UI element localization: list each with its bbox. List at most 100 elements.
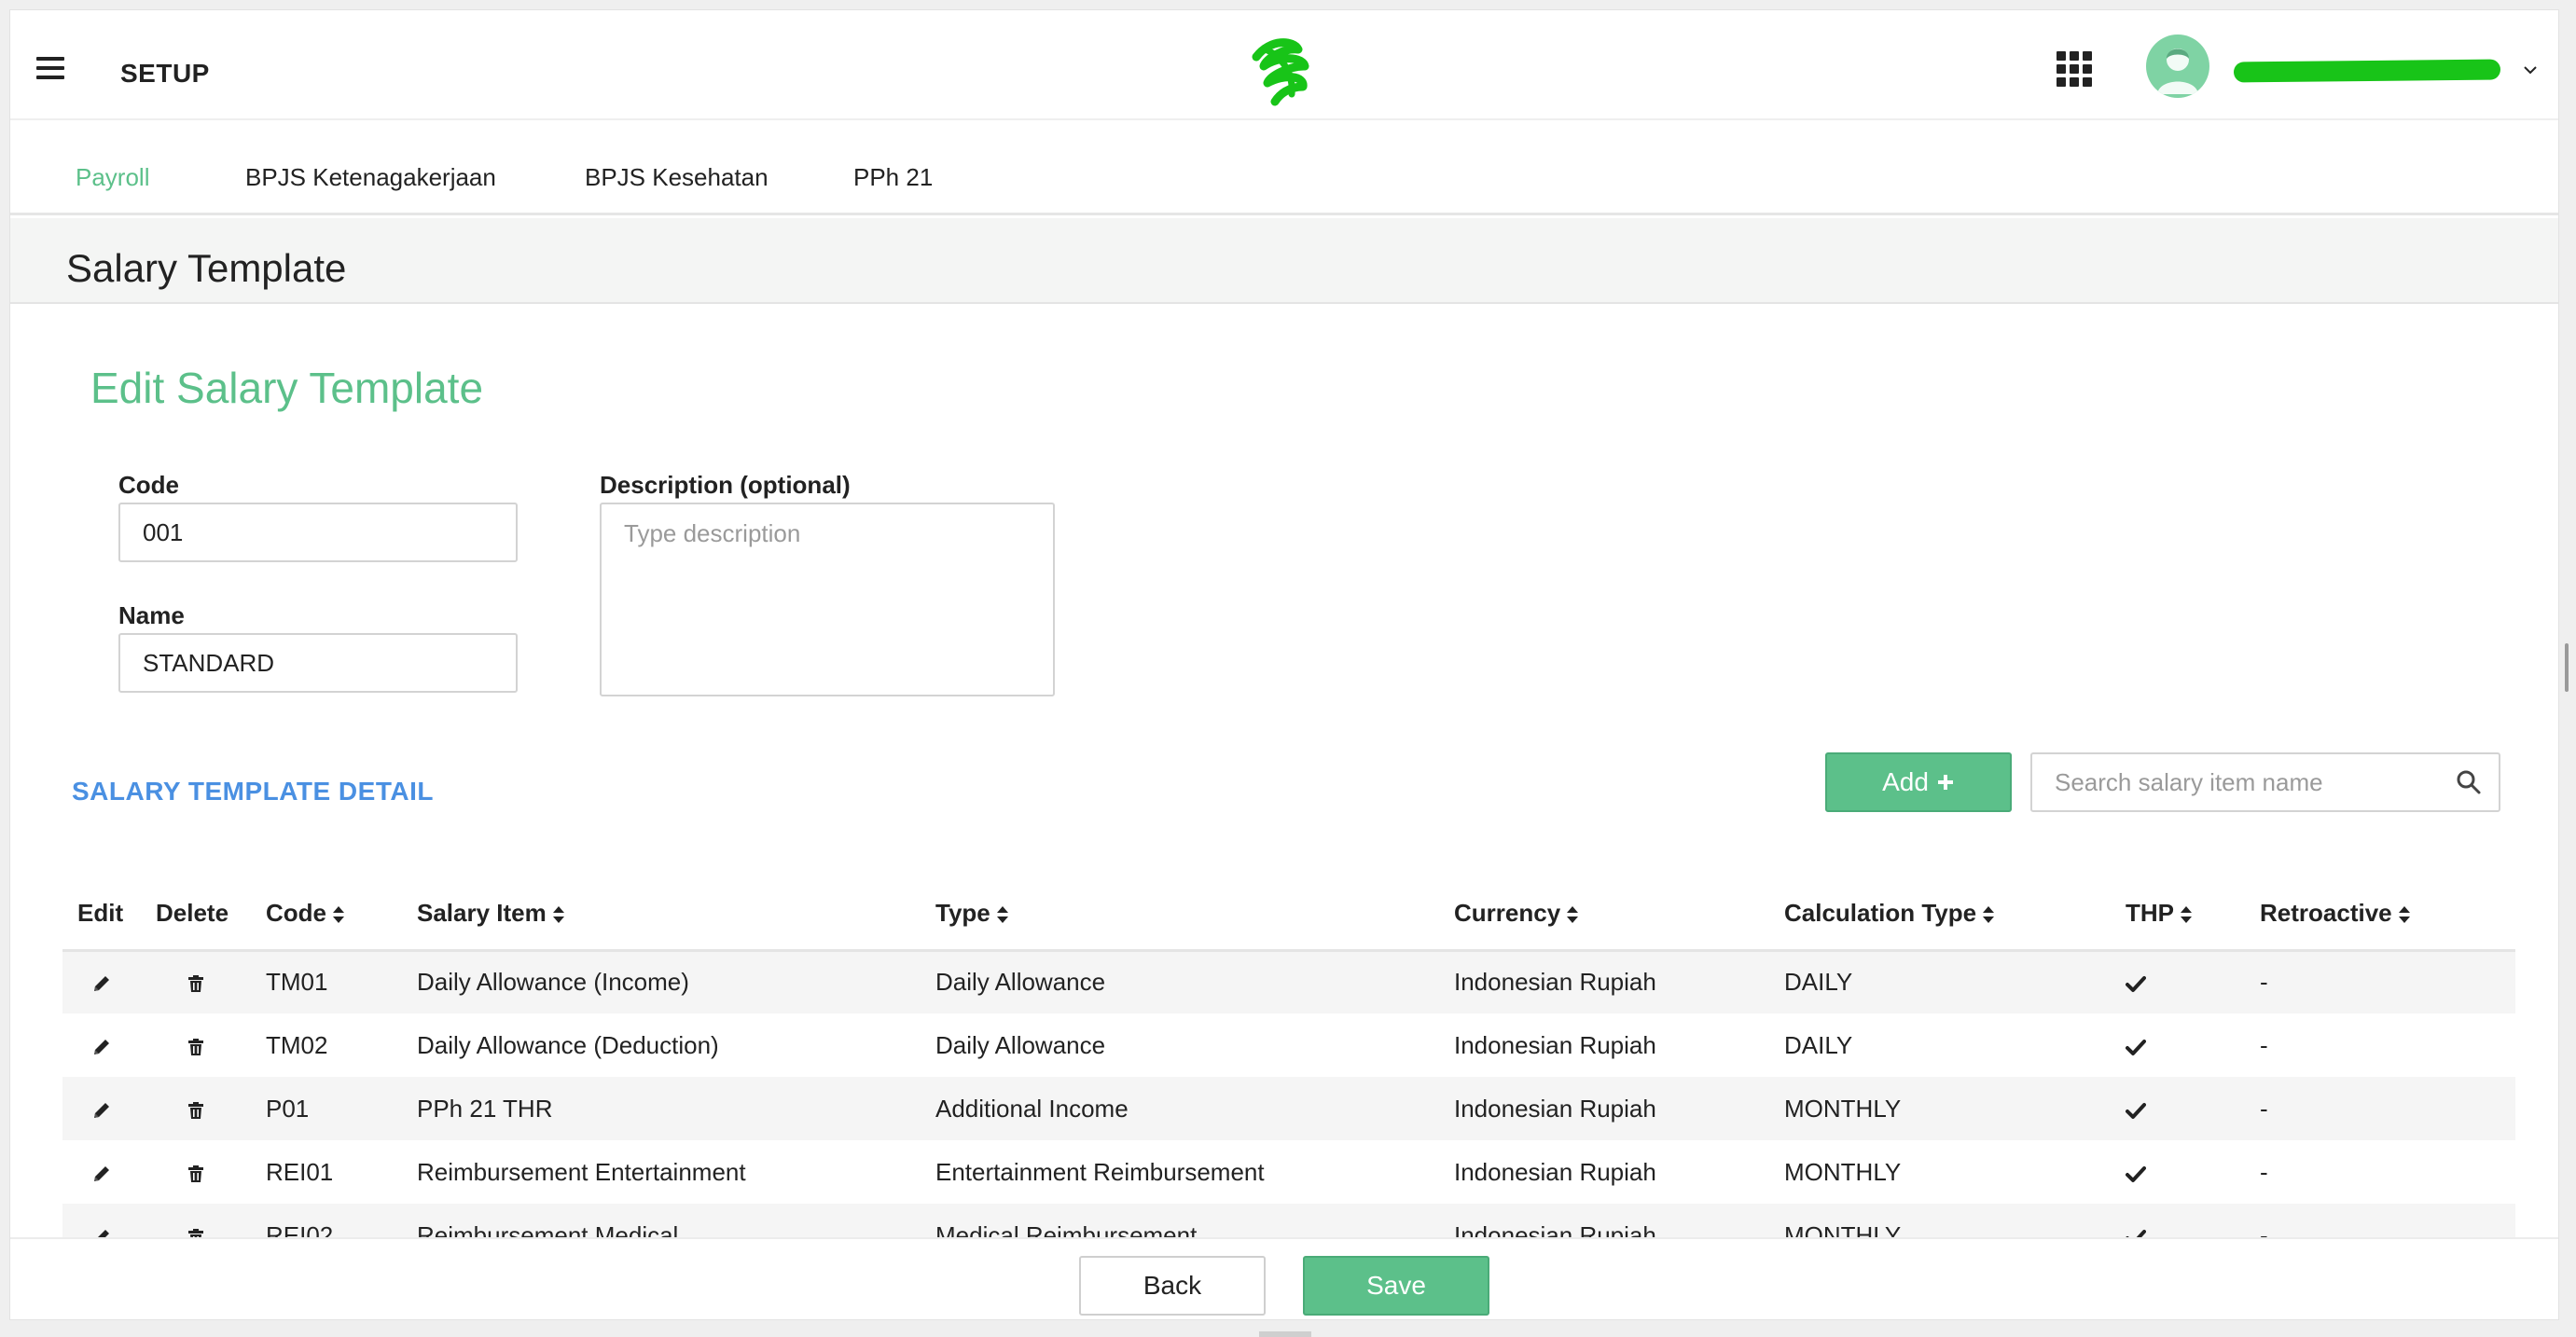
- section-title: Edit Salary Template: [90, 364, 484, 412]
- calculation-type-cell: DAILY: [1769, 950, 2111, 1013]
- name-label: Name: [118, 601, 185, 629]
- currency-cell: Indonesian Rupiah: [1454, 1030, 1656, 1059]
- currency-cell: Indonesian Rupiah: [1439, 1204, 1769, 1237]
- sort-icon: [333, 905, 344, 923]
- type-cell: Daily Allowance: [935, 1030, 1106, 1059]
- table-row: REI02 Reimbursement Medical Medical Reimbu…: [62, 1204, 2515, 1237]
- edit-cell: [62, 1204, 141, 1237]
- column-header-thp[interactable]: THP: [2111, 877, 2245, 952]
- column-header-calculation-type[interactable]: Calculation Type: [1769, 877, 2111, 952]
- thp-cell: [2111, 1077, 2245, 1140]
- trash-icon[interactable]: [186, 1158, 206, 1186]
- retroactive-cell: -: [2245, 1204, 2515, 1237]
- salary-item-cell: Reimbursement Medical: [402, 1204, 921, 1237]
- trash-icon[interactable]: [186, 968, 206, 996]
- thp-cell: [2111, 1013, 2245, 1077]
- tab-bpjs-ketenagakerjaan[interactable]: BPJS Ketenagakerjaan: [245, 163, 496, 192]
- form-footer: Back Save: [10, 1237, 2558, 1319]
- check-icon: [2126, 968, 2146, 996]
- code-cell: TM01: [251, 950, 402, 1013]
- sort-icon: [996, 905, 1008, 923]
- delete-cell: [141, 950, 251, 1013]
- app-window: SETUP Payroll BPJS Ketenagakerjaan BPJS …: [9, 9, 2559, 1320]
- column-header-currency[interactable]: Currency: [1439, 877, 1769, 952]
- trash-icon[interactable]: [186, 1221, 206, 1237]
- delete-cell: [141, 1204, 251, 1237]
- menu-icon[interactable]: [36, 57, 64, 79]
- delete-cell: [141, 1013, 251, 1077]
- sort-icon: [2181, 905, 2192, 923]
- sort-icon: [552, 905, 564, 923]
- search-box: [2030, 752, 2500, 812]
- edit-cell: [62, 1013, 141, 1077]
- check-icon: [2126, 1095, 2146, 1123]
- column-header-type[interactable]: Type: [921, 877, 1439, 952]
- scrollbar-thumb[interactable]: [2565, 643, 2569, 692]
- thp-cell: [2111, 1140, 2245, 1204]
- retroactive-cell: -: [2245, 950, 2515, 1013]
- page-title: Salary Template: [66, 246, 347, 290]
- pencil-icon[interactable]: [91, 1158, 112, 1186]
- sort-icon: [1567, 905, 1579, 923]
- check-icon: [2126, 1221, 2146, 1237]
- pencil-icon[interactable]: [91, 1031, 112, 1059]
- chevron-down-icon[interactable]: [2523, 62, 2538, 77]
- currency-cell: Indonesian Rupiah: [1439, 1077, 1769, 1140]
- code-cell: REI01: [266, 1157, 334, 1186]
- user-name[interactable]: [2233, 59, 2501, 83]
- column-header-delete: Delete: [141, 877, 251, 952]
- delete-cell: [141, 1140, 251, 1204]
- column-header-salary-item[interactable]: Salary Item: [402, 877, 921, 952]
- column-header-retroactive[interactable]: Retroactive: [2245, 877, 2515, 952]
- table-header-row: Edit Delete Code Salary Item Type Curren…: [62, 877, 2515, 952]
- search-icon[interactable]: [2456, 769, 2482, 795]
- calculation-type-cell: MONTHLY: [1769, 1077, 2111, 1140]
- delete-cell: [141, 1077, 251, 1140]
- back-button[interactable]: Back: [1079, 1256, 1266, 1316]
- code-cell: TM02: [266, 1030, 328, 1059]
- calculation-type-cell: MONTHLY: [1769, 1204, 2111, 1237]
- salary-item-cell: Reimbursement Entertainment: [417, 1157, 746, 1186]
- description-textarea[interactable]: [600, 503, 1055, 696]
- calculation-type-cell: DAILY: [1784, 1030, 1853, 1059]
- tab-bar: Payroll BPJS Ketenagakerjaan BPJS Keseha…: [10, 122, 2558, 215]
- salary-template-detail-title: SALARY TEMPLATE DETAIL: [72, 777, 434, 806]
- column-header-edit: Edit: [62, 877, 141, 952]
- salary-item-cell: Daily Allowance (Income): [402, 950, 921, 1013]
- description-label: Description (optional): [600, 471, 851, 499]
- type-cell: Additional Income: [921, 1077, 1439, 1140]
- table-row: TM01 Daily Allowance (Income) Daily Allowa…: [62, 950, 2515, 1013]
- redacted-user-name: [2233, 59, 2501, 83]
- tab-pph-21[interactable]: PPh 21: [853, 163, 933, 192]
- tab-bpjs-kesehatan[interactable]: BPJS Kesehatan: [585, 163, 769, 192]
- type-cell: Entertainment Reimbursement: [935, 1157, 1265, 1186]
- thp-cell: [2111, 950, 2245, 1013]
- avatar-icon: [2157, 48, 2198, 94]
- table-row: P01 PPh 21 THR Additional Income Indonesian…: [62, 1077, 2515, 1140]
- retroactive-cell: -: [2260, 1157, 2268, 1186]
- table-row: TM02 Daily Allowance (Deduction) Daily All…: [62, 1013, 2515, 1077]
- column-header-code[interactable]: Code: [251, 877, 402, 952]
- save-button[interactable]: Save: [1303, 1256, 1489, 1316]
- bottom-handle: [1259, 1331, 1311, 1337]
- type-cell: Daily Allowance: [921, 950, 1439, 1013]
- apps-grid-icon[interactable]: [2057, 51, 2092, 87]
- name-input[interactable]: [118, 633, 518, 693]
- search-input[interactable]: [2032, 754, 2433, 810]
- retroactive-cell: -: [2260, 1030, 2268, 1059]
- code-label: Code: [118, 471, 179, 499]
- avatar[interactable]: [2146, 34, 2209, 98]
- add-button[interactable]: Add: [1825, 752, 2012, 812]
- logo-icon[interactable]: [1238, 29, 1322, 113]
- tab-payroll[interactable]: Payroll: [76, 163, 149, 192]
- pencil-icon[interactable]: [91, 968, 112, 996]
- code-input[interactable]: [118, 503, 518, 562]
- pencil-icon[interactable]: [91, 1095, 112, 1123]
- pencil-icon[interactable]: [91, 1221, 112, 1237]
- trash-icon[interactable]: [186, 1031, 206, 1059]
- thp-cell: [2111, 1204, 2245, 1237]
- code-cell: REI02: [251, 1204, 402, 1237]
- currency-cell: Indonesian Rupiah: [1454, 1157, 1656, 1186]
- retroactive-cell: -: [2245, 1077, 2515, 1140]
- trash-icon[interactable]: [186, 1095, 206, 1123]
